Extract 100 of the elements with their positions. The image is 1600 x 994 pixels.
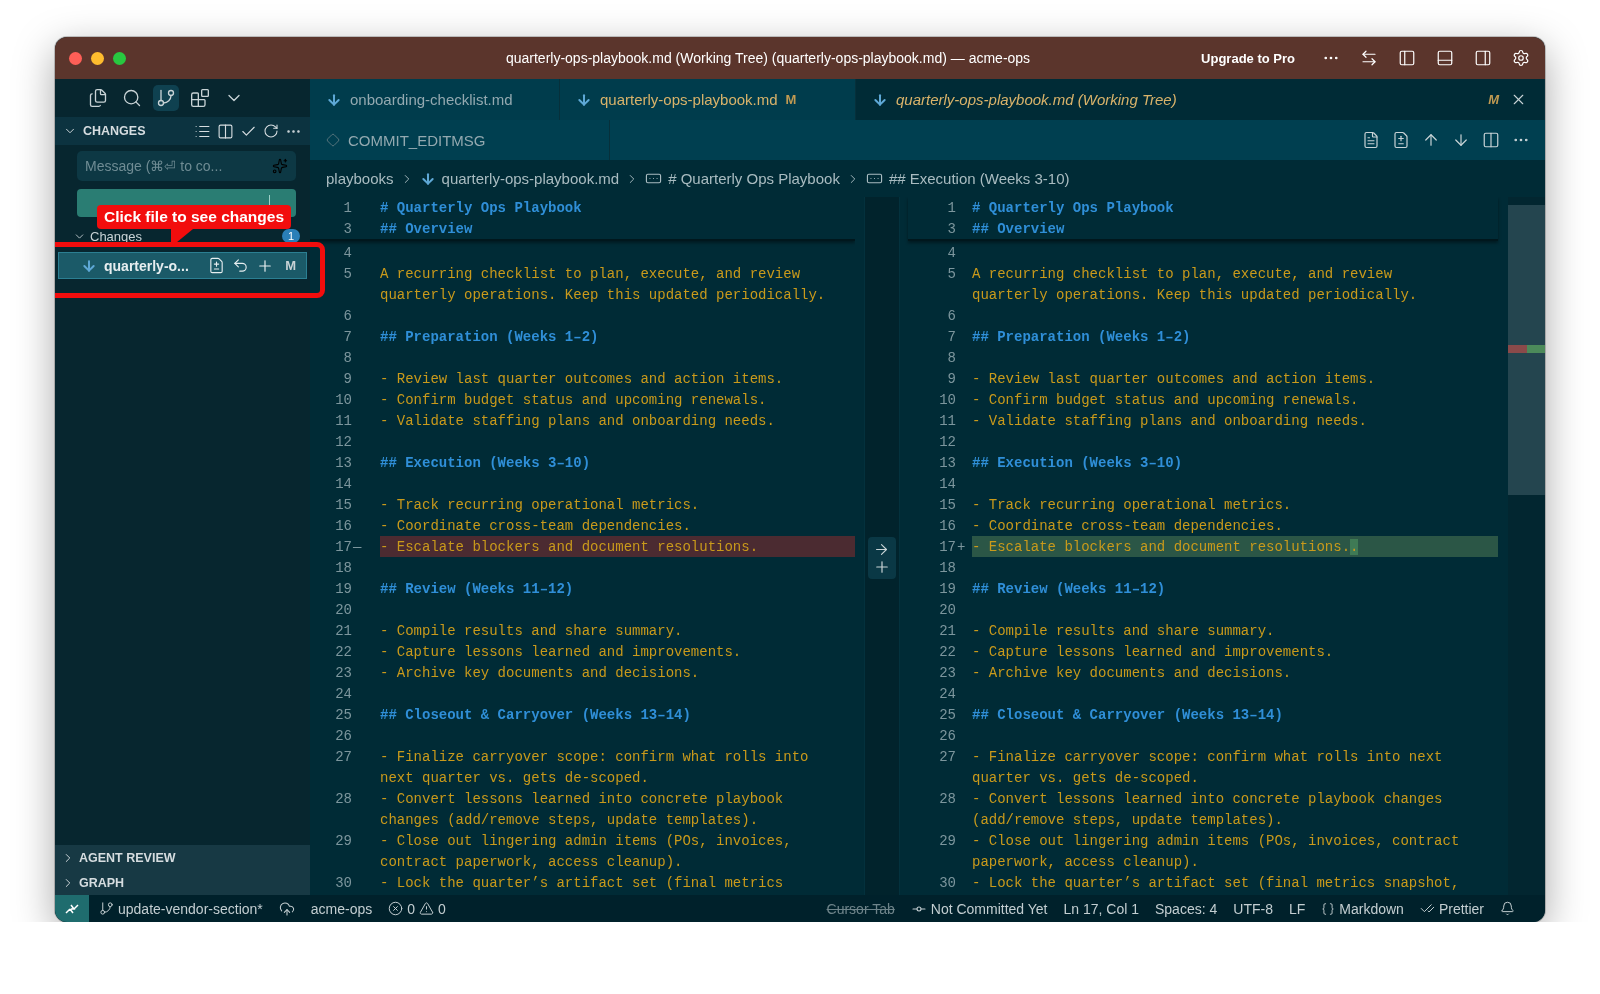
line-number: 22 bbox=[334, 643, 352, 660]
code-line: - Escalate blockers and document resolutions.. bbox=[972, 538, 1359, 555]
changed-file-item[interactable]: quarterly-o... M bbox=[58, 252, 307, 279]
code-line: - Lock the quarter’s artifact set (final metrics bbox=[380, 874, 784, 891]
code-line: ## Preparation (Weeks 1–2) bbox=[380, 328, 599, 345]
inline-view-icon[interactable] bbox=[1392, 131, 1410, 149]
line-number: 25 bbox=[334, 706, 352, 723]
line-number: 29 bbox=[938, 832, 956, 849]
upgrade-button[interactable]: Upgrade to Pro bbox=[1197, 48, 1299, 68]
status-item[interactable]: UTF-8 bbox=[1233, 900, 1273, 917]
sidebar-layout-icon[interactable] bbox=[1398, 49, 1416, 67]
code-line: ## Closeout & Carryover (Weeks 13–14) bbox=[380, 706, 691, 723]
panel-layout-icon[interactable] bbox=[1436, 49, 1454, 67]
code-line: - Coordinate cross-team dependencies. bbox=[972, 517, 1283, 534]
line-number: 14 bbox=[334, 475, 352, 492]
collapsed-section[interactable]: GRAPH bbox=[55, 870, 310, 895]
code-line: - Review last quarter outcomes and action items. bbox=[972, 370, 1376, 387]
code-line: ## Overview bbox=[380, 220, 473, 237]
activity-button[interactable] bbox=[153, 85, 179, 111]
columns-icon[interactable] bbox=[217, 122, 234, 140]
collapsed-section[interactable]: AGENT REVIEW bbox=[55, 845, 310, 870]
line-number: 25 bbox=[938, 706, 956, 723]
line-number: 8 bbox=[946, 349, 956, 366]
open-file-icon[interactable] bbox=[208, 257, 226, 274]
line-number: 22 bbox=[938, 643, 956, 660]
file-icon bbox=[326, 91, 342, 108]
refresh-icon[interactable] bbox=[263, 123, 279, 139]
cloud-upload-icon[interactable] bbox=[278, 900, 295, 917]
blame-indicator[interactable]: Not Committed Yet bbox=[910, 900, 1048, 917]
commit-message-field[interactable]: Message (⌘⏎ to co... bbox=[77, 151, 296, 181]
line-number: 28 bbox=[334, 790, 352, 807]
editor-tab[interactable]: quarterly-ops-playbook.md (Working Tree) M bbox=[856, 79, 1545, 120]
status-item[interactable]: Ln 17, Col 1 bbox=[1063, 900, 1139, 917]
remote-icon bbox=[64, 901, 80, 916]
line-number: 11 bbox=[938, 412, 956, 429]
line-number: 6 bbox=[342, 307, 352, 324]
secondary-sidebar-icon[interactable] bbox=[1474, 49, 1492, 67]
line-number: 24 bbox=[938, 685, 956, 702]
line-number: 12 bbox=[334, 433, 352, 450]
branch-icon bbox=[99, 901, 114, 916]
line-number: 6 bbox=[946, 307, 956, 324]
close-window-button[interactable] bbox=[69, 51, 82, 65]
breadcrumb-item[interactable]: # Quarterly Ops Playbook bbox=[645, 170, 840, 187]
status-item[interactable]: LF bbox=[1288, 900, 1306, 917]
line-number: 27 bbox=[334, 748, 352, 765]
warning-icon bbox=[419, 901, 435, 916]
line-number: 5 bbox=[946, 265, 956, 282]
minimize-window-button[interactable] bbox=[91, 51, 104, 65]
line-number: 7 bbox=[946, 328, 956, 345]
line-number: 13 bbox=[938, 454, 956, 471]
code-line: - Track recurring operational metrics. bbox=[380, 496, 700, 513]
settings-icon[interactable] bbox=[1512, 49, 1530, 67]
code-line: - Compile results and share summary. bbox=[972, 622, 1275, 639]
status-item[interactable]: acme-ops bbox=[310, 900, 373, 917]
bell-icon[interactable] bbox=[1500, 901, 1515, 916]
zoom-window-button[interactable] bbox=[113, 51, 126, 65]
open-file-icon[interactable] bbox=[1362, 131, 1380, 149]
file-icon bbox=[81, 257, 97, 274]
line-number: 3 bbox=[342, 220, 352, 237]
code-line: quarterly operations. Keep this updated periodically. bbox=[972, 286, 1418, 303]
line-number: 10 bbox=[938, 391, 956, 408]
swap-arrows-icon[interactable] bbox=[1360, 49, 1378, 67]
line-number: 12 bbox=[938, 433, 956, 450]
line-number: 18 bbox=[938, 559, 956, 576]
changes-group-label[interactable]: Changes bbox=[90, 228, 278, 244]
discard-icon[interactable] bbox=[232, 257, 250, 274]
window-title: quarterly-ops-playbook.md (Working Tree) (quarterly-ops-playbook.md) — acme-ops bbox=[504, 50, 1032, 66]
arrow-down-icon[interactable] bbox=[1452, 131, 1470, 149]
line-number: 10 bbox=[334, 391, 352, 408]
split-editor-icon[interactable] bbox=[1482, 131, 1500, 149]
line-number: 14 bbox=[938, 475, 956, 492]
problems-indicator[interactable]: 0 0 bbox=[388, 900, 446, 917]
code-line: - Finalize carryover scope: confirm what rolls into bbox=[380, 748, 809, 765]
line-number: 16 bbox=[938, 517, 956, 534]
scrollbar-thumb[interactable] bbox=[1508, 205, 1545, 495]
breadcrumb-item[interactable]: quarterly-ops-playbook.md bbox=[419, 170, 620, 187]
code-line: next quarter vs. gets de-scoped. bbox=[380, 769, 649, 786]
code-line: - Capture lessons learned and improvements. bbox=[380, 643, 742, 660]
code-line: - Convert lessons learned into concrete playbook changes bbox=[972, 790, 1443, 807]
breadcrumb-item[interactable]: playbooks bbox=[326, 170, 394, 187]
line-number: 9 bbox=[946, 370, 956, 387]
language-mode[interactable]: Markdown bbox=[1321, 900, 1404, 917]
formatter-indicator[interactable]: Prettier bbox=[1419, 900, 1484, 917]
code-line: A recurring checklist to plan, execute, and review bbox=[972, 265, 1393, 282]
remote-button[interactable] bbox=[55, 895, 89, 922]
line-number: 15 bbox=[938, 496, 956, 513]
breadcrumb-item[interactable]: ## Execution (Weeks 3-10) bbox=[865, 170, 1070, 187]
line-number: 8 bbox=[342, 349, 352, 366]
branch-indicator[interactable]: update-vendor-section* bbox=[99, 900, 263, 917]
section-title: CHANGES bbox=[83, 124, 147, 138]
files-icon bbox=[88, 88, 108, 108]
scrollbar[interactable] bbox=[1508, 197, 1545, 895]
code-line: - Archive key documents and decisions. bbox=[972, 664, 1292, 681]
status-item[interactable]: Spaces: 4 bbox=[1155, 900, 1218, 917]
code-line: - Track recurring operational metrics. bbox=[972, 496, 1292, 513]
code-line: quarterly operations. Keep this updated periodically. bbox=[380, 286, 826, 303]
status-item[interactable]: Cursor Tab bbox=[826, 900, 895, 917]
code-line: - Confirm budget status and upcoming renewals. bbox=[380, 391, 767, 408]
code-line: - Review last quarter outcomes and action items. bbox=[380, 370, 784, 387]
line-number: 20 bbox=[334, 601, 352, 618]
